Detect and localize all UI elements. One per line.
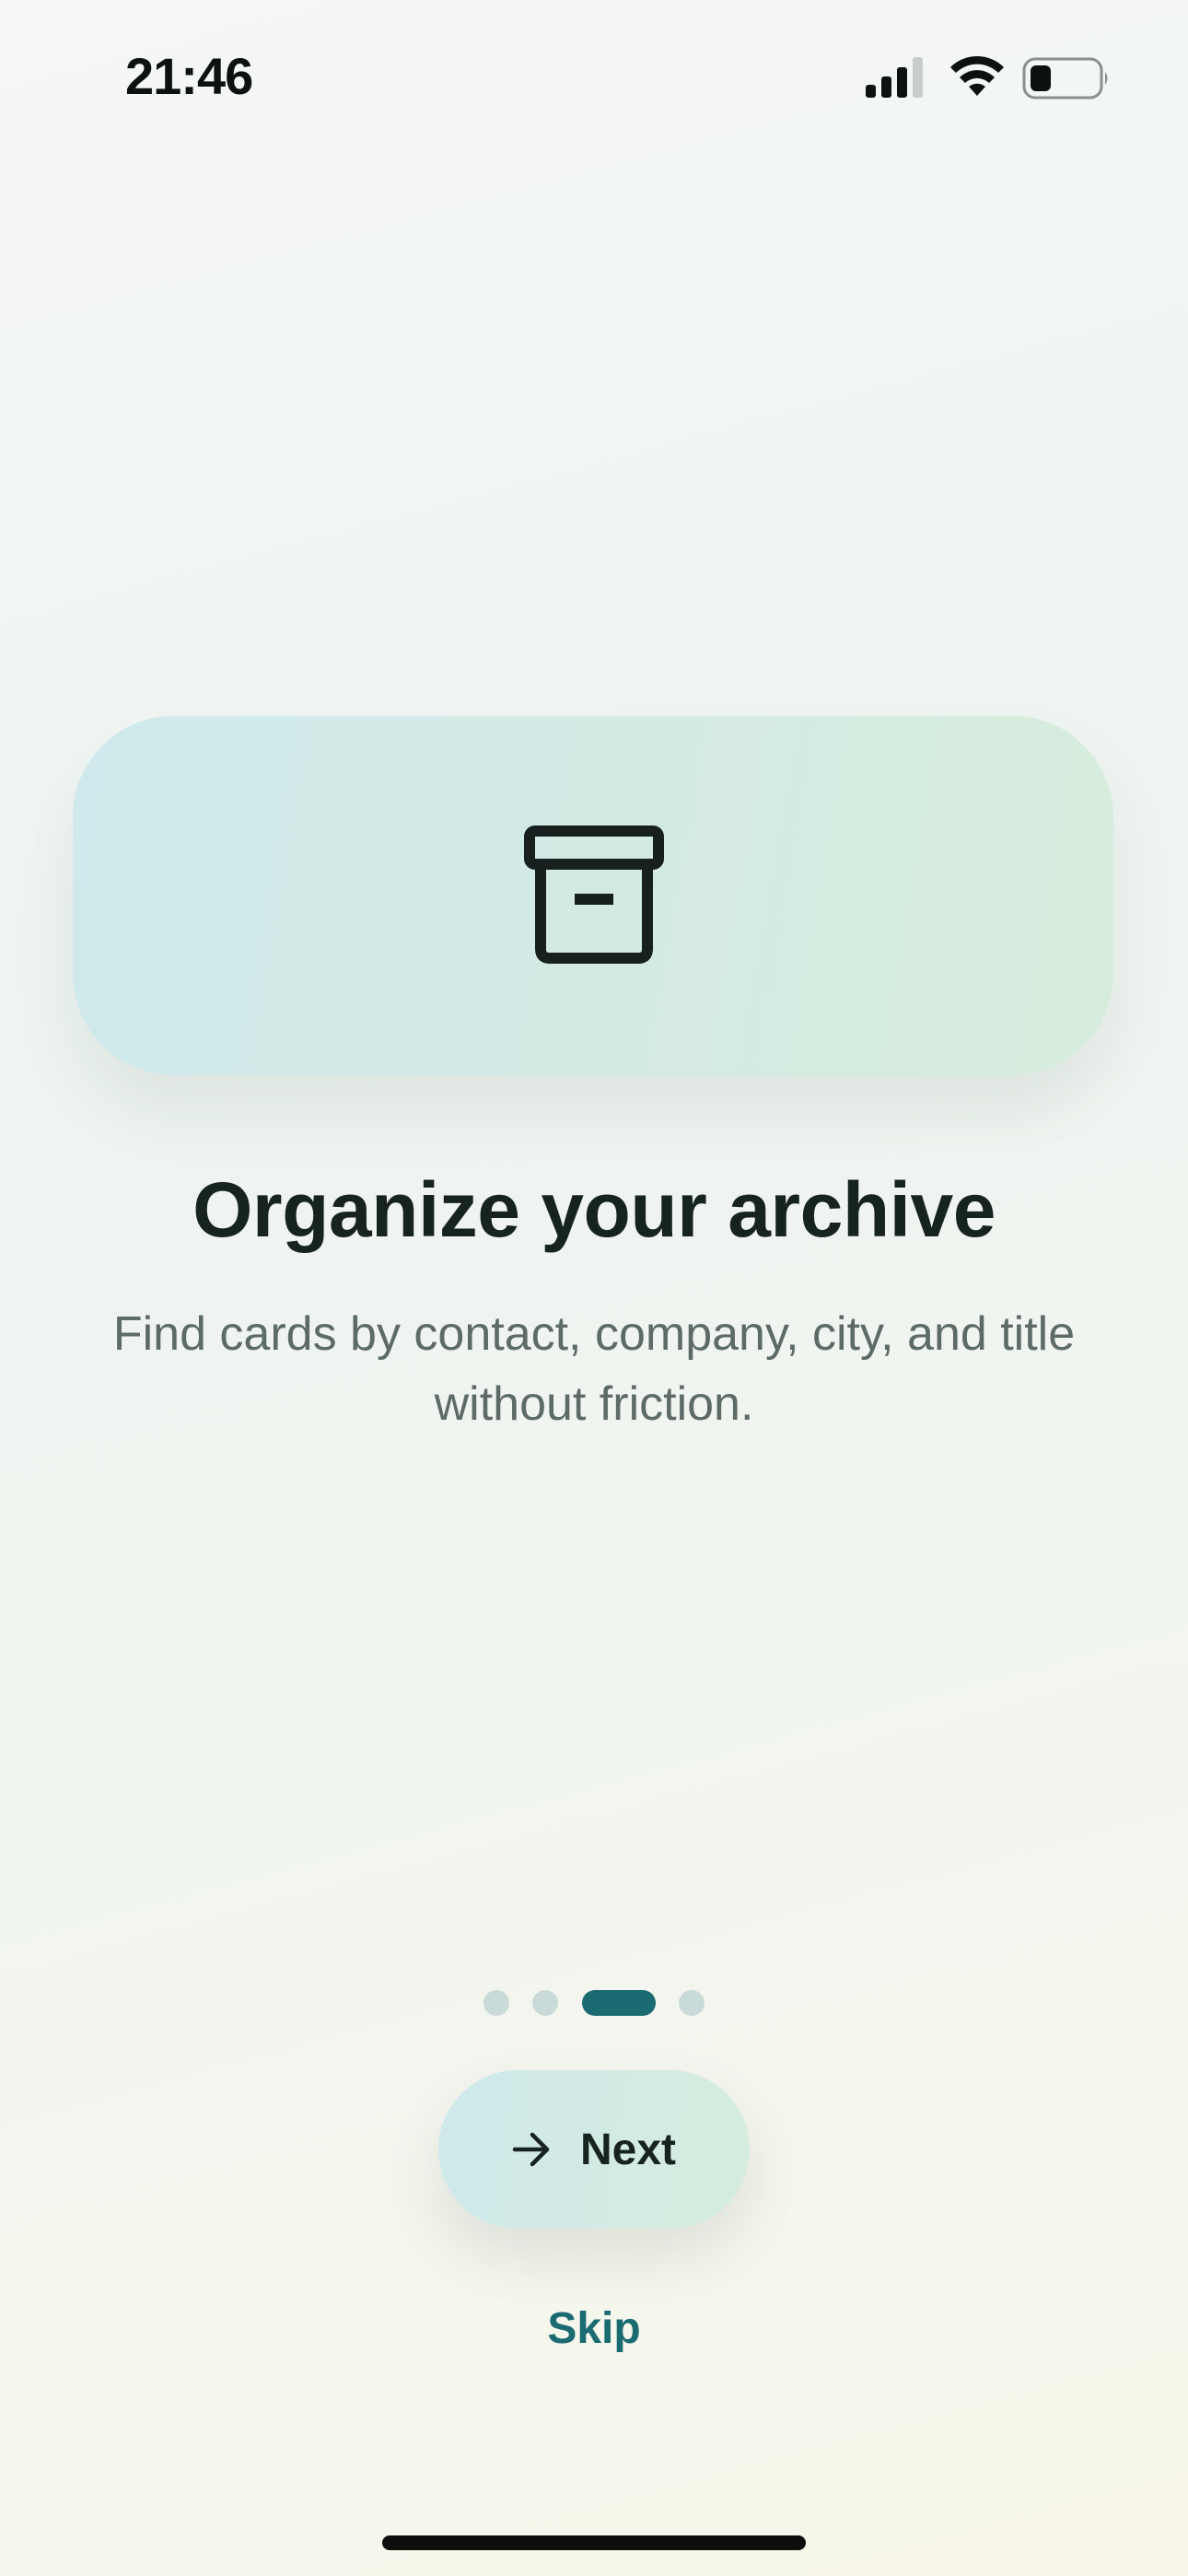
page-indicator — [0, 1990, 1188, 2016]
status-time: 21:46 — [125, 47, 253, 105]
battery-icon — [1022, 57, 1108, 100]
archive-box-icon — [524, 825, 664, 964]
page-dot[interactable] — [532, 1990, 558, 2016]
onboarding-title: Organize your archive — [192, 1166, 996, 1253]
page-dot[interactable] — [679, 1990, 705, 2016]
arrow-right-icon — [512, 2132, 550, 2167]
skip-button[interactable]: Skip — [0, 2303, 1188, 2354]
page-dot[interactable] — [483, 1990, 509, 2016]
page-dot-active[interactable] — [582, 1990, 656, 2016]
wifi-icon — [950, 55, 1004, 96]
next-button-label: Next — [579, 2125, 677, 2174]
home-indicator[interactable] — [382, 2535, 806, 2550]
status-bar: 21:46 — [0, 0, 1188, 157]
onboarding-description: Find cards by contact, company, city, an… — [112, 1307, 1076, 1431]
next-button[interactable]: Next — [438, 2070, 750, 2229]
cellular-signal-icon — [866, 57, 923, 98]
